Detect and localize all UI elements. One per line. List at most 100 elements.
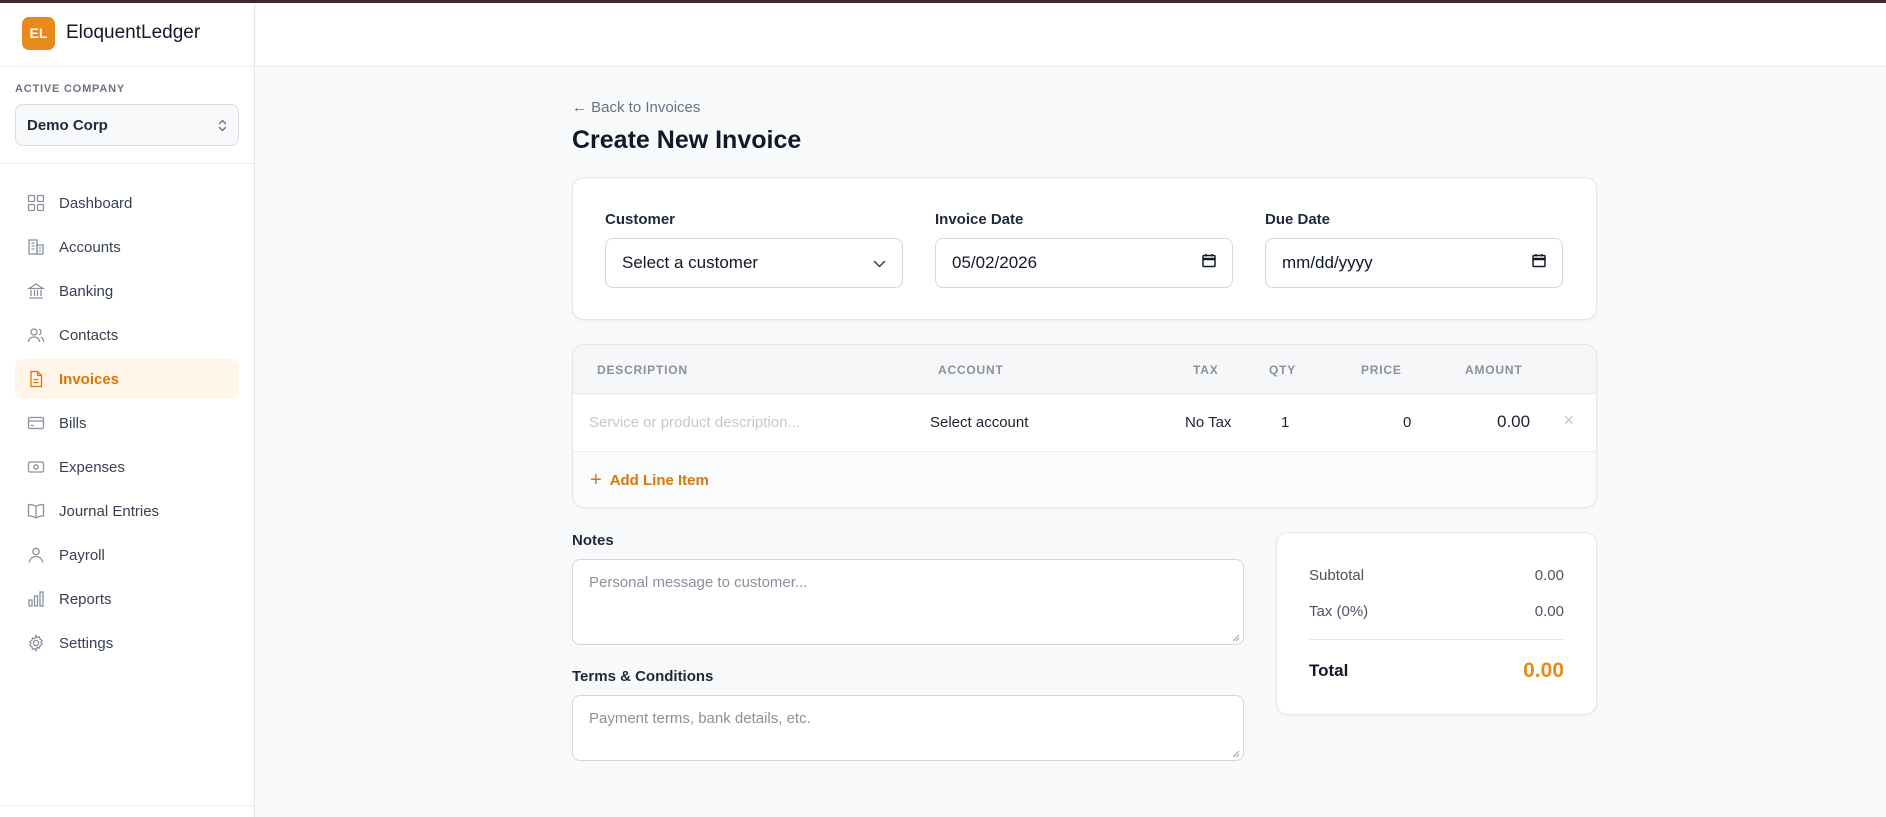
file-icon [27, 370, 45, 388]
company-select[interactable]: Demo Corp [15, 104, 239, 146]
column-header-price: PRICE [1361, 363, 1402, 377]
sidebar-item-label: Banking [59, 282, 114, 300]
terms-placeholder: Payment terms, bank details, etc. [589, 710, 811, 727]
due-date-label: Due Date [1265, 211, 1331, 228]
bar-chart-icon [27, 590, 45, 608]
customer-select[interactable]: Select a customer [605, 238, 903, 288]
sidebar-item-label: Bills [59, 414, 87, 432]
bank-icon [27, 282, 45, 300]
top-header [256, 0, 1886, 67]
remove-line-icon[interactable]: × [1563, 410, 1574, 431]
sidebar-item-reports[interactable]: Reports [15, 579, 239, 619]
sidebar-item-accounts[interactable]: Accounts [15, 227, 239, 267]
due-date-field: Due Date mm/dd/yyyy [1265, 211, 1563, 319]
invoice-details-card: Customer Select a customer Invoice Date … [572, 177, 1597, 320]
plus-icon: + [590, 469, 602, 491]
notes-label: Notes [572, 532, 614, 549]
resize-grip-icon[interactable] [1231, 749, 1240, 758]
sidebar-item-invoices[interactable]: Invoices [15, 359, 239, 399]
due-date-input[interactable]: mm/dd/yyyy [1265, 238, 1563, 288]
sidebar-item-settings[interactable]: Settings [15, 623, 239, 663]
account-select[interactable]: Select account [930, 414, 1028, 431]
page-title: Create New Invoice [572, 126, 802, 154]
due-date-value: mm/dd/yyyy [1282, 253, 1373, 272]
sidebar-item-label: Payroll [59, 546, 105, 564]
column-header-description: DESCRIPTION [597, 363, 688, 377]
sidebar-item-label: Journal Entries [59, 502, 160, 520]
dashboard-icon [27, 194, 45, 212]
sidebar-item-label: Contacts [59, 326, 119, 344]
sidebar-item-expenses[interactable]: Expenses [15, 447, 239, 487]
back-to-invoices-link[interactable]: ← Back to Invoices [572, 99, 700, 116]
gear-icon [27, 634, 45, 652]
sidebar-item-label: Dashboard [59, 194, 133, 212]
sidebar-item-label: Expenses [59, 458, 125, 476]
company-name: Demo Corp [27, 116, 108, 134]
main-content: ← Back to Invoices Create New Invoice Cu… [572, 99, 1597, 792]
invoice-date-input[interactable]: 05/02/2026 [935, 238, 1233, 288]
terms-label: Terms & Conditions [572, 668, 714, 685]
customer-select-value: Select a customer [622, 253, 759, 272]
subtotal-value: 0.00 [1534, 567, 1564, 584]
customer-label: Customer [605, 211, 676, 228]
sidebar-item-payroll[interactable]: Payroll [15, 535, 239, 575]
sidebar-footer [0, 805, 255, 817]
tax-label: Tax (0%) [1309, 603, 1369, 620]
sidebar-item-journal-entries[interactable]: Journal Entries [15, 491, 239, 531]
customer-field: Customer Select a customer [605, 211, 903, 319]
column-header-amount: AMOUNT [1465, 363, 1523, 377]
sidebar-item-label: Accounts [59, 238, 121, 256]
sidebar-item-label: Reports [59, 590, 112, 608]
calendar-icon[interactable] [1202, 253, 1216, 273]
totals-card: Subtotal 0.00 Tax (0%) 0.00 Total 0.00 [1276, 532, 1597, 715]
resize-grip-icon[interactable] [1231, 633, 1240, 642]
calendar-icon[interactable] [1532, 253, 1546, 273]
book-icon [27, 502, 45, 520]
sidebar-item-bills[interactable]: Bills [15, 403, 239, 443]
sidebar-item-label: Settings [59, 634, 114, 652]
brand[interactable]: EL EloquentLedger [0, 0, 254, 67]
total-label: Total [1309, 661, 1349, 680]
description-input[interactable]: Service or product description... [589, 414, 800, 431]
users-icon [27, 326, 45, 344]
tax-value: 0.00 [1534, 603, 1564, 620]
total-row: Total 0.00 [1309, 659, 1564, 683]
company-label: ACTIVE COMPANY [15, 83, 126, 95]
building-icon [27, 238, 45, 256]
sidebar-item-dashboard[interactable]: Dashboard [15, 183, 239, 223]
invoice-date-field: Invoice Date 05/02/2026 [935, 211, 1233, 319]
chevron-up-down-icon [218, 119, 227, 132]
credit-card-icon [27, 414, 45, 432]
line-items-header: DESCRIPTION ACCOUNT TAX QTY PRICE AMOUNT [573, 345, 1596, 394]
table-row: Service or product description... Select… [573, 394, 1596, 452]
sidebar-item-banking[interactable]: Banking [15, 271, 239, 311]
totals-divider [1309, 639, 1564, 640]
invoice-date-value: 05/02/2026 [952, 253, 1038, 272]
notes-placeholder: Personal message to customer... [589, 574, 808, 591]
user-icon [27, 546, 45, 564]
add-line-item-label: Add Line Item [609, 471, 709, 489]
invoice-date-label: Invoice Date [935, 211, 1024, 228]
sidebar-nav: Dashboard Accounts Banking Contacts Invo… [0, 164, 254, 663]
window-top-border [0, 0, 1886, 3]
sidebar-item-label: Invoices [59, 370, 120, 388]
column-header-tax: TAX [1193, 363, 1219, 377]
sidebar-item-contacts[interactable]: Contacts [15, 315, 239, 355]
brand-logo: EL [22, 16, 55, 50]
tax-select[interactable]: No Tax [1185, 414, 1231, 431]
price-input[interactable]: 0 [1403, 414, 1411, 431]
add-line-item-button[interactable]: + Add Line Item [573, 452, 1596, 507]
total-value: 0.00 [1523, 659, 1564, 682]
terms-textarea[interactable]: Payment terms, bank details, etc. [572, 695, 1244, 761]
notes-column: Notes Personal message to customer... Te… [572, 532, 1244, 761]
sidebar: EL EloquentLedger ACTIVE COMPANY Demo Co… [0, 0, 255, 817]
company-switcher: ACTIVE COMPANY Demo Corp [0, 67, 254, 164]
subtotal-row: Subtotal 0.00 [1309, 567, 1564, 584]
line-items-card: DESCRIPTION ACCOUNT TAX QTY PRICE AMOUNT… [572, 344, 1597, 508]
subtotal-label: Subtotal [1309, 567, 1365, 584]
banknote-icon [27, 458, 45, 476]
notes-and-totals: Notes Personal message to customer... Te… [572, 532, 1597, 792]
qty-input[interactable]: 1 [1281, 414, 1289, 431]
line-amount: 0.00 [1497, 412, 1531, 431]
notes-textarea[interactable]: Personal message to customer... [572, 559, 1244, 645]
